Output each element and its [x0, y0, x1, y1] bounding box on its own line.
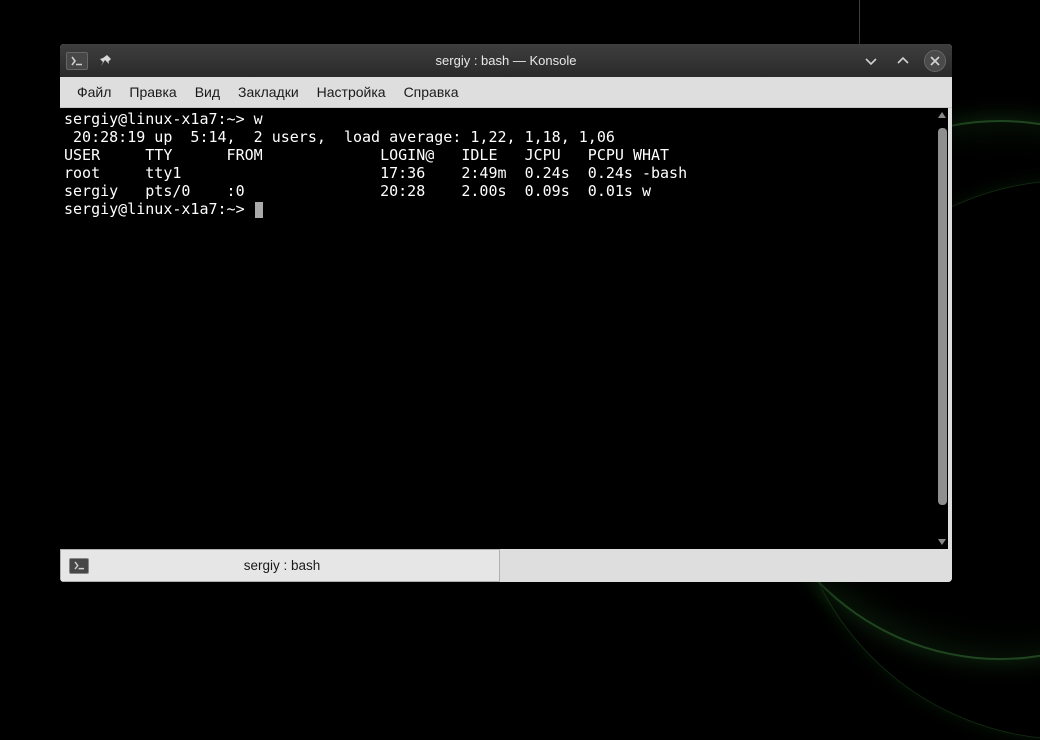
prompt: sergiy@linux-x1a7:~>: [64, 200, 254, 218]
scroll-down-icon[interactable]: [936, 535, 948, 549]
terminal-output: root tty1 17:36 2:49m 0.24s 0.24s -bash: [64, 164, 687, 182]
menu-view[interactable]: Вид: [186, 80, 229, 104]
terminal-output: sergiy pts/0 :0 20:28 2.00s 0.09s 0.01s …: [64, 182, 651, 200]
terminal[interactable]: sergiy@linux-x1a7:~> w 20:28:19 up 5:14,…: [60, 108, 948, 549]
menu-settings[interactable]: Настройка: [308, 80, 395, 104]
menu-bookmarks[interactable]: Закладки: [229, 80, 308, 104]
prompt: sergiy@linux-x1a7:~>: [64, 110, 254, 128]
menubar: Файл Правка Вид Закладки Настройка Справ…: [60, 77, 952, 108]
terminal-icon: [69, 558, 89, 574]
window-title: sergiy : bash — Konsole: [60, 53, 952, 68]
scroll-thumb[interactable]: [938, 128, 947, 505]
terminal-output: 20:28:19 up 5:14, 2 users, load average:…: [64, 128, 615, 146]
terminal-output: USER TTY FROM LOGIN@ IDLE JCPU PCPU WHAT: [64, 146, 669, 164]
scrollbar[interactable]: [936, 108, 948, 549]
command-text: w: [254, 110, 263, 128]
cursor-icon: [255, 202, 263, 218]
konsole-window: sergiy : bash — Konsole Файл Правка Вид …: [60, 44, 952, 582]
maximize-button[interactable]: [892, 50, 914, 72]
scroll-up-icon[interactable]: [936, 108, 948, 122]
pin-icon[interactable]: [98, 53, 114, 69]
tab-session[interactable]: sergiy : bash: [60, 549, 500, 582]
tab-label: sergiy : bash: [99, 558, 491, 573]
scroll-track[interactable]: [936, 122, 948, 535]
minimize-button[interactable]: [860, 50, 882, 72]
terminal-container: sergiy@linux-x1a7:~> w 20:28:19 up 5:14,…: [60, 108, 952, 549]
menu-help[interactable]: Справка: [395, 80, 468, 104]
titlebar[interactable]: sergiy : bash — Konsole: [60, 44, 952, 77]
app-terminal-icon: [66, 52, 88, 70]
close-button[interactable]: [924, 50, 946, 72]
menu-file[interactable]: Файл: [68, 80, 120, 104]
tabbar: sergiy : bash: [60, 549, 952, 582]
menu-edit[interactable]: Правка: [120, 80, 185, 104]
